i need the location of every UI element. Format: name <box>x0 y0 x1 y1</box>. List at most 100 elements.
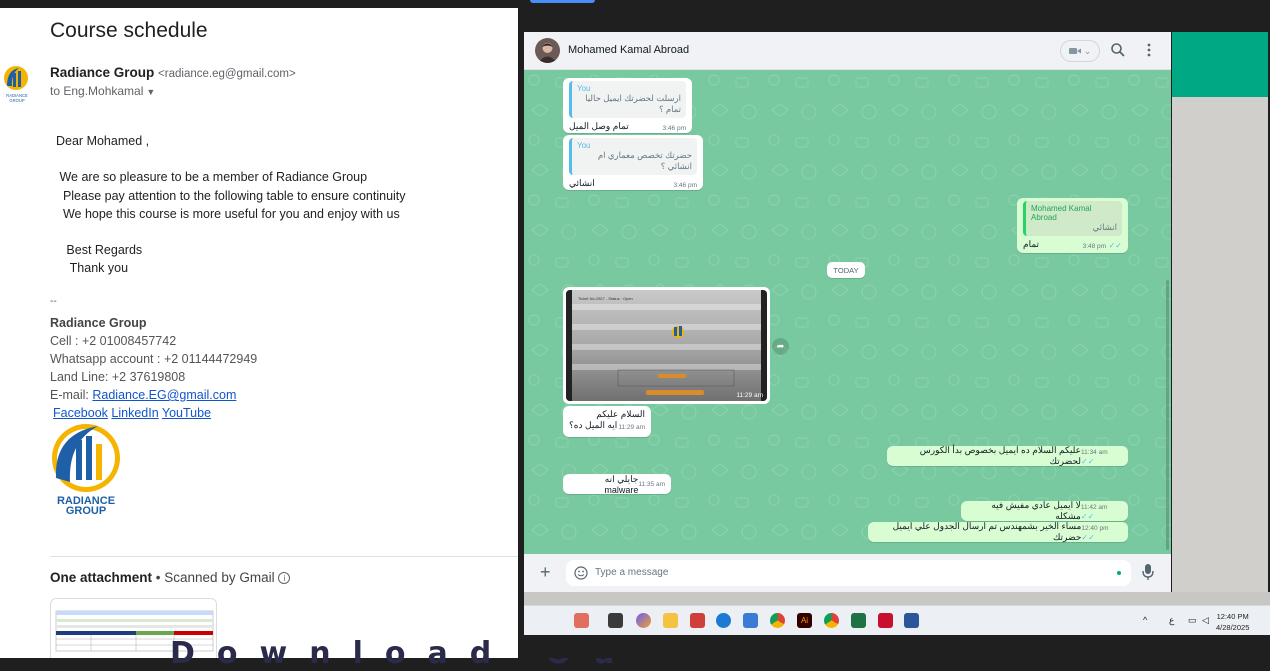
task-view-icon[interactable] <box>608 613 623 628</box>
contact-avatar[interactable] <box>535 38 560 63</box>
notepad-icon[interactable] <box>743 613 758 628</box>
signature-whatsapp: Whatsapp account : +2 01144472949 <box>50 352 258 366</box>
chevron-up-icon[interactable]: ^ <box>1143 615 1147 625</box>
message-text: لا ايميل عادي مفيش فيه مشكله <box>991 500 1081 521</box>
message-text-line: السلام عليكم <box>596 409 645 419</box>
outgoing-message[interactable]: Mohamed Kamal Abroad انشائي تمام 3:48 pm… <box>1017 198 1128 253</box>
email-body-line: Please pay attention to the following ta… <box>56 189 406 203</box>
copilot-icon[interactable] <box>636 613 651 628</box>
video-call-button[interactable]: ⌄ <box>1060 40 1100 62</box>
quoted-message[interactable]: You حضرتك تخصص معماري ام انشائي ؟ <box>569 138 697 175</box>
incoming-message[interactable]: You ارسلت لحضرتك ايميل حاليا تمام ؟ تمام… <box>563 78 692 133</box>
linkedin-link[interactable]: LinkedIn <box>111 406 158 420</box>
mcafee-icon[interactable] <box>878 613 893 628</box>
sender-avatar[interactable]: RADIANCE GROUP <box>1 64 33 104</box>
message-composer: + Type a message <box>524 554 1171 592</box>
whatsapp-window: Mohamed Kamal Abroad ⌄ You ارسلت لحضرتك … <box>524 32 1171 592</box>
status-dot <box>1117 571 1121 575</box>
illustrator-icon[interactable]: Ai <box>797 613 812 628</box>
outgoing-message[interactable]: مساء الخير بشمهندس تم ارسال الجدول علي ا… <box>868 521 1128 542</box>
message-text: عليكم السلام ده ايميل بخصوص بدأ الكورس ل… <box>919 445 1082 466</box>
email-body-line: We are so pleasure to be a member of Rad… <box>56 170 368 184</box>
sender-line[interactable]: Radiance Group <radiance.eg@gmail.com> <box>50 65 296 80</box>
message-text: انشائي <box>569 178 595 188</box>
windows-taskbar: Ai ^ ع ▭ ◁ 12:40 PM 4/28/2025 <box>524 605 1270 635</box>
message-time: 3:46 pm <box>662 125 687 132</box>
outgoing-message[interactable]: لا ايميل عادي مفيش فيه مشكله 11:42 am ✓✓ <box>961 500 1128 521</box>
outgoing-message[interactable]: عليكم السلام ده ايميل بخصوص بدأ الكورس ل… <box>887 445 1128 466</box>
logo-text-line2: GROUP <box>66 505 106 516</box>
chevron-down-icon: ⌄ <box>1083 45 1092 56</box>
message-text: تمام وصل الميل <box>569 121 629 131</box>
chrome-profile-icon[interactable] <box>824 613 839 628</box>
network-icon[interactable]: ▭ <box>1188 615 1197 626</box>
social-links: Facebook LinkedIn YouTube <box>53 406 211 420</box>
sender-email: <radiance.eg@gmail.com> <box>158 68 296 80</box>
quote-author: You <box>577 141 591 150</box>
incoming-message[interactable]: السلام عليكم ايه الميل ده؟ 11:29 am <box>563 406 651 437</box>
incoming-message[interactable]: جايلي انه malware 11:35 am <box>563 473 671 495</box>
edge-icon[interactable] <box>716 613 731 628</box>
microphone-icon[interactable] <box>1141 563 1155 581</box>
chat-scrollbar[interactable] <box>1166 280 1169 550</box>
browser-tab-indicator[interactable] <box>530 0 595 3</box>
message-time: 11:35 am <box>638 480 665 488</box>
taskbar-clock[interactable]: 12:40 PM 4/28/2025 <box>1216 611 1249 633</box>
facebook-link[interactable]: Facebook <box>53 406 108 420</box>
message-text: مساء الخير بشمهندس تم ارسال الجدول علي ا… <box>892 521 1082 542</box>
incoming-message[interactable]: You حضرتك تخصص معماري ام انشائي ؟ انشائي… <box>563 135 703 190</box>
recipient-line[interactable]: to Eng.Mohkamal ▼ <box>50 84 155 98</box>
chat-messages-area[interactable]: You ارسلت لحضرتك ايميل حاليا تمام ؟ تمام… <box>524 70 1171 554</box>
quote-author: Mohamed Kamal Abroad <box>1031 204 1092 222</box>
scanned-label: • Scanned by Gmail <box>155 570 275 585</box>
snipping-tool-icon[interactable] <box>690 613 705 628</box>
image-caption-title: Ticket No.2927 - Status : Open <box>578 296 633 301</box>
quoted-message[interactable]: You ارسلت لحضرتك ايميل حاليا تمام ؟ <box>569 81 686 118</box>
excel-icon[interactable] <box>851 613 866 628</box>
youtube-link[interactable]: YouTube <box>162 406 211 420</box>
signature-email-link[interactable]: Radiance.EG@gmail.com <box>92 388 236 402</box>
image-message[interactable]: Ticket No.2927 - Status : Open 11:29 am <box>563 287 770 404</box>
signature-cell: Cell : +2 01008457742 <box>50 334 177 348</box>
side-grey-panel <box>1172 97 1268 592</box>
quote-author: You <box>577 84 591 93</box>
double-check-icon: ✓✓ <box>1081 457 1095 466</box>
message-time: 12:40 pm <box>1081 525 1109 532</box>
side-green-panel <box>1172 32 1268 97</box>
image-time: 11:29 am <box>736 392 763 399</box>
attach-plus-icon[interactable]: + <box>540 562 551 583</box>
recipient-text: to Eng.Mohkamal <box>50 84 144 98</box>
chrome-icon[interactable] <box>770 613 785 628</box>
message-input[interactable]: Type a message <box>566 560 1131 586</box>
signature-company-text: Radiance Group <box>50 316 147 330</box>
top-dark-bar <box>0 0 1270 8</box>
signature-landline: Land Line: +2 37619808 <box>50 370 186 384</box>
image-preview[interactable]: Ticket No.2927 - Status : Open 11:29 am <box>566 290 767 401</box>
signature-company: Radiance Group <box>50 316 147 330</box>
email-greeting: Dear Mohamed , <box>56 134 150 148</box>
emoji-icon[interactable] <box>574 566 588 580</box>
message-time: 11:29 am <box>618 424 645 431</box>
message-time: 11:34 am <box>1081 449 1108 456</box>
double-check-icon: ✓✓ <box>1081 533 1095 542</box>
info-icon[interactable]: i <box>278 572 291 585</box>
search-icon[interactable] <box>1110 42 1126 58</box>
forward-icon[interactable]: ➦ <box>772 338 789 355</box>
signature-email-label: E-mail: <box>50 388 93 402</box>
attachment-header: One attachment • Scanned by Gmail i <box>50 570 291 585</box>
clock-time: 12:40 PM <box>1216 612 1249 621</box>
quoted-message[interactable]: Mohamed Kamal Abroad انشائي <box>1023 201 1122 236</box>
language-indicator[interactable]: ع <box>1169 615 1174 626</box>
menu-dots-icon[interactable] <box>1142 42 1156 58</box>
chat-header[interactable]: Mohamed Kamal Abroad ⌄ <box>524 32 1171 70</box>
chevron-down-icon[interactable]: ▼ <box>146 87 155 97</box>
email-regards: Best Regards <box>56 243 143 257</box>
double-check-icon: ✓✓ <box>1108 241 1122 250</box>
widgets-icon[interactable] <box>574 613 589 628</box>
word-icon[interactable] <box>904 613 919 628</box>
volume-icon[interactable]: ◁ <box>1202 615 1209 626</box>
file-explorer-icon[interactable] <box>663 613 678 628</box>
message-text: جايلي انه malware <box>604 473 639 495</box>
double-check-icon: ✓✓ <box>1080 512 1095 521</box>
contact-name[interactable]: Mohamed Kamal Abroad <box>568 44 689 56</box>
